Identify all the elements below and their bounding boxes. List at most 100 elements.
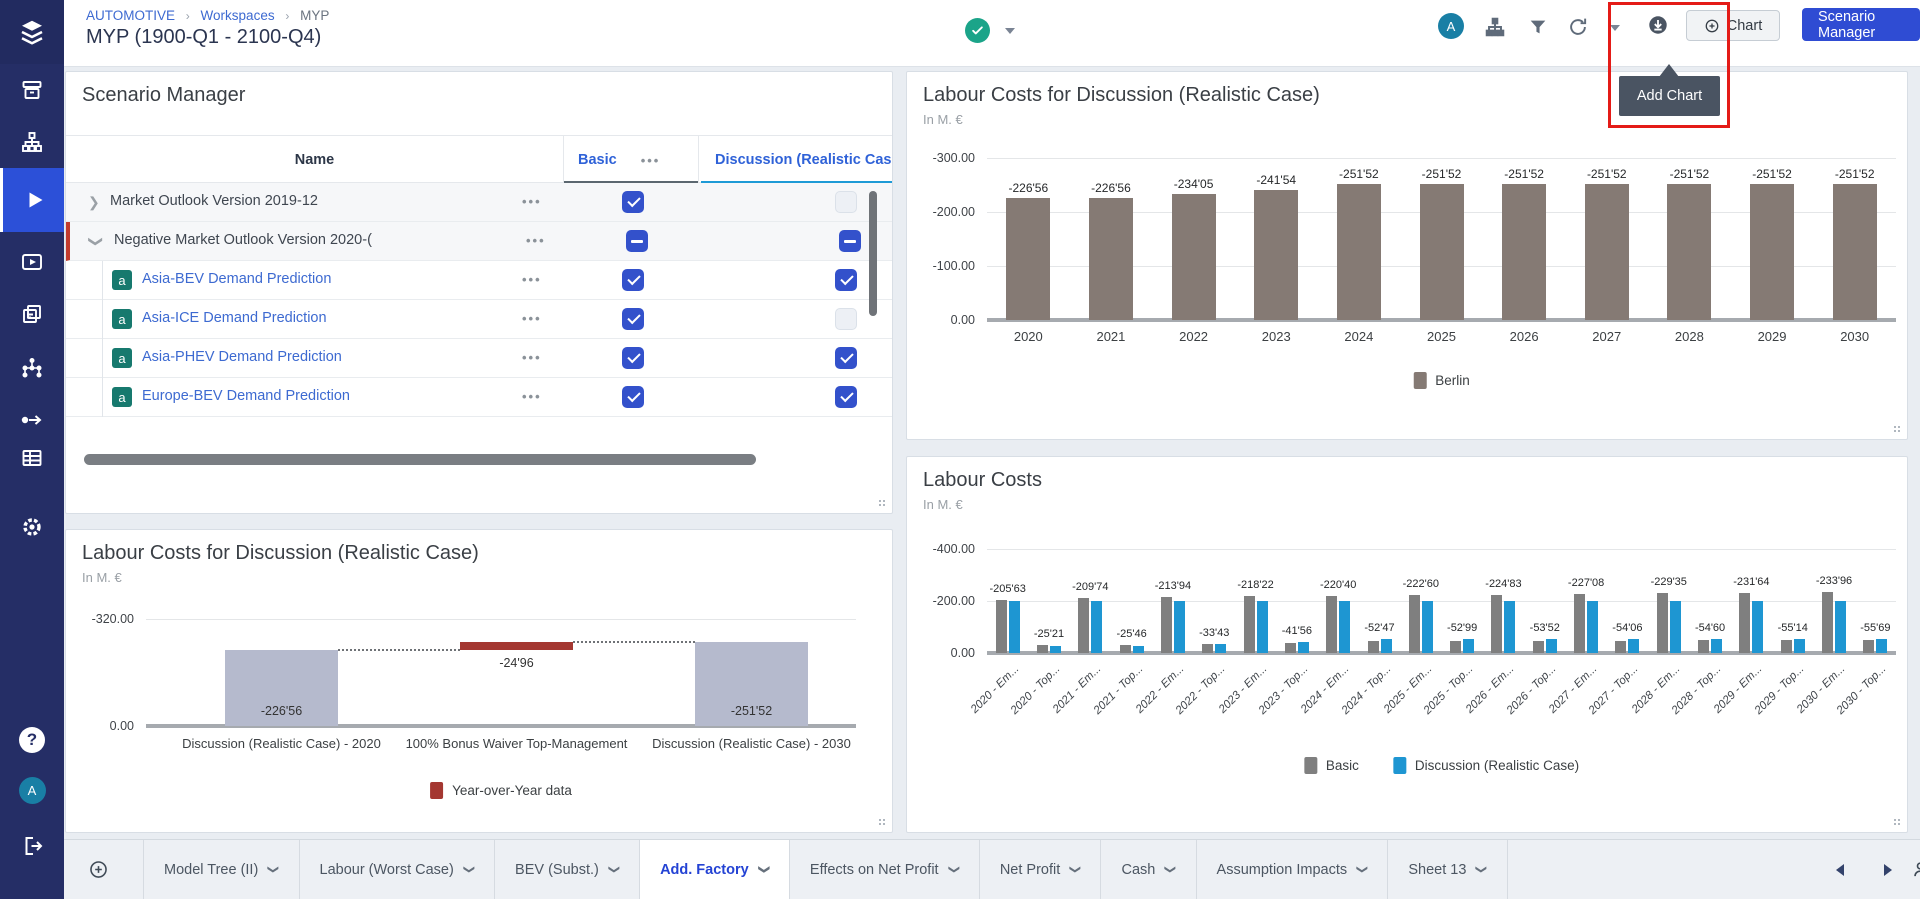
checkbox-basic-checked[interactable] — [622, 191, 644, 213]
horizontal-scrollbar[interactable] — [84, 454, 756, 465]
bar-basic — [1533, 641, 1544, 653]
y-tick-label: -100.00 — [891, 259, 975, 273]
sidebar-item-archive[interactable] — [0, 66, 64, 114]
legend-item[interactable]: Basic — [1304, 757, 1359, 774]
sheet-tab[interactable]: Labour (Worst Case)❯ — [300, 840, 496, 899]
add-sheet-button[interactable] — [88, 840, 109, 899]
checkbox-discussion-unchecked[interactable] — [835, 191, 857, 213]
basic-column-menu[interactable]: ••• — [641, 153, 661, 168]
scenario-row[interactable]: ❯Market Outlook Version 2019-12••• — [66, 183, 892, 222]
panel-resize-handle[interactable] — [1893, 818, 1901, 826]
add-chart-button[interactable]: Chart — [1686, 10, 1780, 41]
chevron-down-icon[interactable]: ❯ — [948, 865, 961, 874]
tabs-scroll-left-arrow[interactable] — [1836, 864, 1844, 876]
assumption-link[interactable]: Europe-BEV Demand Prediction — [142, 388, 350, 404]
row-menu[interactable]: ••• — [522, 194, 542, 209]
bar-berlin — [1667, 184, 1711, 320]
scenario-row[interactable]: aEurope-BEV Demand Prediction••• — [66, 378, 892, 417]
collapse-caret-icon[interactable]: ❯ — [87, 236, 104, 248]
sidebar-item-help[interactable]: ? — [0, 716, 64, 764]
panel-resize-handle[interactable] — [878, 818, 886, 826]
sidebar-item-settings[interactable] — [0, 503, 64, 551]
bar-basic — [1698, 640, 1709, 653]
download-icon[interactable] — [1647, 14, 1669, 41]
sidebar-item-hierarchy[interactable] — [0, 118, 64, 166]
tabs-scroll-right-arrow[interactable] — [1884, 864, 1892, 876]
refresh-icon[interactable] — [1567, 16, 1589, 43]
row-menu[interactable]: ••• — [522, 311, 542, 326]
scenario-row[interactable]: aAsia-ICE Demand Prediction••• — [66, 300, 892, 339]
checkbox-discussion-unchecked[interactable] — [835, 308, 857, 330]
chevron-down-icon[interactable]: ❯ — [267, 865, 280, 874]
x-tick-label: 2022 - Top... — [1141, 663, 1227, 749]
sidebar-item-tables[interactable] — [0, 434, 64, 482]
sheet-tab[interactable]: Add. Factory ❯ — [640, 840, 790, 899]
sheet-tab-label: Add. Factory — [660, 862, 749, 878]
chevron-down-icon[interactable]: ❯ — [1356, 865, 1369, 874]
legend-label: Berlin — [1435, 373, 1470, 388]
checkbox-basic-checked[interactable] — [622, 308, 644, 330]
chevron-down-icon[interactable]: ❯ — [1164, 865, 1177, 874]
breadcrumb-link-workspaces[interactable]: Workspaces — [201, 8, 275, 23]
expand-caret-icon[interactable]: ❯ — [88, 194, 100, 211]
hierarchy-icon[interactable] — [1484, 16, 1506, 43]
x-tick-label: 2025 - Top... — [1389, 663, 1475, 749]
row-menu[interactable]: ••• — [526, 233, 546, 248]
vertical-scrollbar[interactable] — [869, 191, 877, 316]
sheet-tab[interactable]: Model Tree (II) ❯ — [143, 840, 300, 899]
scenario-row[interactable]: ❯Negative Market Outlook Version 2020-(•… — [66, 222, 892, 261]
scenario-row[interactable]: aAsia-PHEV Demand Prediction••• — [66, 339, 892, 378]
checkbox-discussion-checked[interactable] — [835, 269, 857, 291]
panel-resize-handle[interactable] — [878, 499, 886, 507]
breadcrumb-link-automotive[interactable]: AUTOMOTIVE — [86, 8, 175, 23]
legend-item[interactable]: Berlin — [1413, 372, 1470, 389]
checkbox-basic-indeterminate[interactable] — [626, 230, 648, 252]
sidebar-item-logout[interactable] — [0, 822, 64, 870]
share-user-icon[interactable] — [1912, 859, 1920, 885]
checkbox-discussion-indeterminate[interactable] — [839, 230, 861, 252]
legend-item[interactable]: Year-over-Year data — [430, 782, 572, 799]
checkbox-basic-checked[interactable] — [622, 386, 644, 408]
scenario-row[interactable]: aAsia-BEV Demand Prediction••• — [66, 261, 892, 300]
sheet-tab[interactable]: Net Profit❯ — [980, 840, 1102, 899]
chevron-down-icon[interactable]: ❯ — [608, 865, 621, 874]
sidebar-item-model-network[interactable] — [0, 344, 64, 392]
sheet-tab[interactable]: Cash❯ — [1101, 840, 1196, 899]
chevron-down-icon[interactable]: ❯ — [1069, 865, 1082, 874]
filter-icon[interactable] — [1527, 16, 1549, 43]
sidebar-item-simulation-active[interactable] — [0, 168, 64, 232]
assumption-link[interactable]: Asia-PHEV Demand Prediction — [142, 349, 342, 365]
checkbox-basic-checked[interactable] — [622, 347, 644, 369]
topbar-avatar[interactable]: A — [1438, 13, 1464, 39]
app-logo-icon[interactable] — [0, 0, 64, 64]
sheet-tab[interactable]: Sheet 13❯ — [1388, 840, 1507, 899]
scenario-manager-button[interactable]: Scenario Manager — [1802, 8, 1920, 41]
sheet-tab[interactable]: BEV (Subst.)❯ — [495, 840, 640, 899]
chevron-down-icon[interactable]: ❯ — [1476, 865, 1489, 874]
row-menu[interactable]: ••• — [522, 272, 542, 287]
column-header-discussion[interactable]: Discussion (Realistic Case) — [701, 136, 892, 184]
chevron-down-icon[interactable]: ❯ — [463, 865, 476, 874]
checkbox-discussion-checked[interactable] — [835, 347, 857, 369]
bar-discussion-realistic-case- — [1009, 601, 1020, 653]
sheet-tab[interactable]: Assumption Impacts❯ — [1197, 840, 1389, 899]
checkbox-discussion-checked[interactable] — [835, 386, 857, 408]
sheet-tab[interactable]: Effects on Net Profit❯ — [790, 840, 980, 899]
chevron-down-icon[interactable]: ❯ — [758, 865, 771, 874]
checkbox-basic-checked[interactable] — [622, 269, 644, 291]
model-status[interactable] — [965, 18, 1015, 43]
sidebar-item-presentation[interactable] — [0, 238, 64, 286]
sidebar-avatar[interactable]: A — [0, 766, 64, 814]
panel-resize-handle[interactable] — [1893, 425, 1901, 433]
sheet-tab-label: Model Tree (II) — [164, 862, 258, 878]
refresh-options-caret[interactable] — [1610, 25, 1620, 31]
column-header-basic[interactable]: Basic ••• — [564, 136, 699, 184]
assumption-link[interactable]: Asia-BEV Demand Prediction — [142, 271, 331, 287]
legend-item[interactable]: Discussion (Realistic Case) — [1393, 757, 1579, 774]
row-menu[interactable]: ••• — [522, 350, 542, 365]
sidebar-item-reports[interactable] — [0, 290, 64, 338]
row-menu[interactable]: ••• — [522, 389, 542, 404]
sheet-tabs: Model Tree (II)❯Labour (Worst Case)❯BEV … — [143, 840, 1508, 899]
bar-basic — [1450, 641, 1461, 653]
assumption-link[interactable]: Asia-ICE Demand Prediction — [142, 310, 327, 326]
